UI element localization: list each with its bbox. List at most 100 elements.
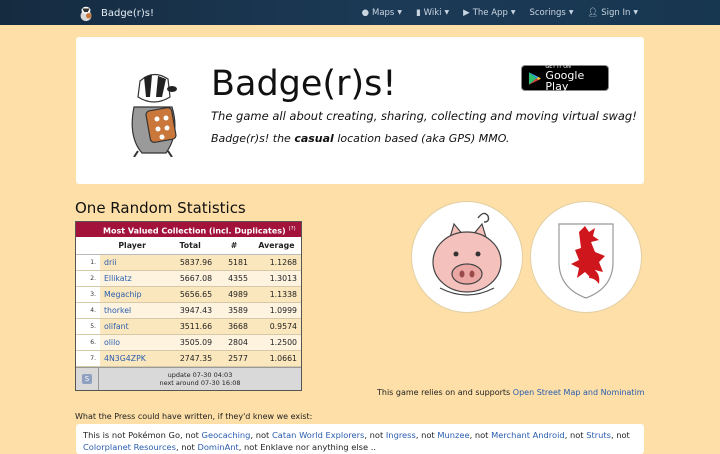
table-row: 6. olilo 3505.09 2804 1.2500 (76, 334, 301, 351)
nav-maps-label: Maps (371, 7, 395, 18)
press-text: , not (250, 430, 272, 440)
caret-down-icon: ▼ (444, 9, 450, 16)
caret-down-icon: ▼ (633, 9, 638, 16)
total-cell: 3511.66 (164, 318, 217, 335)
total-cell: 5667.08 (164, 270, 217, 287)
average-cell: 1.2500 (251, 334, 301, 351)
press-text: , not (469, 430, 492, 440)
press-link[interactable]: Colorplanet Resources (83, 442, 176, 452)
update-time: update 07-30 04:03 (167, 370, 233, 379)
count-cell: 5181 (216, 254, 252, 271)
player-link[interactable]: drii (100, 254, 165, 271)
press-link[interactable]: Catan World Explorers (272, 430, 364, 440)
stats-footer-button-cell: S (76, 368, 99, 390)
press-link[interactable]: Merchant Android (491, 430, 565, 440)
column-header-total: Total (164, 237, 217, 255)
press-link[interactable]: DominAnt (197, 442, 238, 452)
stats-table-title: Most Valued Collection (incl. Duplicates… (76, 222, 301, 237)
player-link[interactable]: thorkel (100, 302, 165, 319)
help-link[interactable]: (?) (288, 226, 295, 232)
average-cell: 1.0661 (251, 350, 301, 367)
count-cell: 3668 (216, 318, 252, 335)
nav-menu: ● Maps ▼ ▮ Wiki ▼ ▶ The App ▼ Scorings ▼… (362, 0, 638, 25)
hero-panel: Badge(r)s! The game all about creating, … (76, 37, 644, 184)
update-info: update 07-30 04:03 next around 07-30 16:… (99, 368, 301, 390)
press-link[interactable]: Geocaching (202, 430, 251, 440)
coat-of-arms-badge-image[interactable] (530, 201, 642, 313)
average-cell: 1.1268 (251, 254, 301, 271)
nav-wiki-label: Wiki (423, 7, 442, 18)
hero-title: Badge(r)s! (211, 64, 397, 104)
press-text: This is not Pokémon Go, not (83, 430, 202, 440)
globe-icon: ● (361, 7, 369, 18)
caret-down-icon: ▼ (397, 9, 402, 16)
press-text: , not (175, 442, 198, 453)
brand-link[interactable]: Badge(r)s! (77, 3, 154, 23)
nav-sign-in[interactable]: 👤︎ Sign In ▼ (587, 8, 638, 18)
nav-the-app-label: The App (472, 7, 508, 18)
row-index: 1. (76, 254, 100, 271)
row-index: 2. (76, 270, 100, 287)
tagline-post: location based (aka GPS) MMO. (333, 132, 510, 145)
player-link[interactable]: olifant (100, 318, 165, 335)
navbar: Badge(r)s! ● Maps ▼ ▮ Wiki ▼ ▶ The App ▼… (0, 0, 720, 25)
nav-the-app[interactable]: ▶ The App ▼ (463, 8, 515, 18)
average-cell: 1.3013 (251, 270, 301, 287)
coat-of-arms-illustration (558, 223, 614, 299)
pig-badge-image[interactable] (411, 201, 523, 313)
badger-mascot-image (131, 73, 177, 157)
average-cell: 0.9574 (251, 318, 301, 335)
row-index: 4. (76, 302, 100, 319)
press-text: , not (415, 430, 438, 440)
google-play-badge[interactable]: GET IT ON Google Play (521, 64, 609, 93)
stats-footer: S update 07-30 04:03 next around 07-30 1… (76, 367, 301, 390)
row-index: 6. (76, 334, 100, 351)
player-link[interactable]: Megachip (100, 286, 165, 303)
nav-scorings[interactable]: Scorings ▼ (529, 8, 573, 18)
stats-table-panel: Most Valued Collection (incl. Duplicates… (75, 221, 302, 391)
google-play-icon (528, 71, 541, 85)
press-link[interactable]: Munzee (437, 430, 469, 440)
column-header-player: Player (100, 237, 165, 255)
osm-notice: This game relies on and supports Open St… (377, 388, 645, 397)
count-cell: 3589 (216, 302, 252, 319)
user-icon: 👤︎ (587, 7, 599, 18)
table-header-row: Player Total # Average (76, 237, 301, 255)
hero-subtitle: The game all about creating, sharing, co… (211, 109, 637, 123)
caret-down-icon: ▼ (510, 9, 516, 16)
average-cell: 1.1338 (251, 286, 301, 303)
row-index: 5. (76, 318, 100, 335)
count-cell: 2577 (216, 350, 252, 367)
index-column-header (76, 237, 100, 255)
player-link[interactable]: 4N3G4ZPK (100, 350, 165, 367)
google-play-big-label: Google Play (545, 68, 585, 93)
press-link[interactable]: Struts (586, 430, 611, 440)
nav-wiki[interactable]: ▮ Wiki ▼ (416, 8, 449, 18)
total-cell: 3505.09 (164, 334, 217, 351)
row-index: 3. (76, 286, 100, 303)
press-text: , not (364, 430, 386, 440)
average-cell: 1.0999 (251, 302, 301, 319)
table-row: 7. 4N3G4ZPK 2747.35 2577 1.0661 (76, 350, 301, 367)
player-link[interactable]: Ellikatz (100, 270, 165, 287)
count-cell: 4989 (216, 286, 252, 303)
badger-logo-icon (80, 6, 92, 22)
player-link[interactable]: olilo (100, 334, 165, 351)
column-header-count: # (216, 237, 252, 255)
nav-maps[interactable]: ● Maps ▼ (362, 8, 402, 18)
row-index: 7. (76, 350, 100, 367)
stats-s-button[interactable]: S (81, 374, 93, 384)
press-label: What the Press could have written, if th… (75, 412, 313, 421)
osm-link[interactable]: Open Street Map and Nominatim (513, 388, 645, 397)
stats-section-title: One Random Statistics (75, 199, 246, 217)
table-row: 4. thorkel 3947.43 3589 1.0999 (76, 302, 301, 319)
stats-table-title-text: Most Valued Collection (incl. Duplicates… (103, 226, 286, 236)
press-text: , not Enklave nor anything else .. (238, 442, 376, 453)
stats-table: Player Total # Average 1. drii 5837.96 5181… (76, 237, 301, 367)
hero-tagline: Badge(r)s! the casual location based (ak… (211, 132, 509, 145)
press-link[interactable]: Ingress (386, 430, 416, 440)
count-cell: 4355 (216, 270, 252, 287)
tagline-pre: Badge(r)s! the (211, 132, 295, 145)
press-text: , not (610, 430, 630, 440)
stats-table-body: 1. drii 5837.96 5181 1.1268 2. Ellikatz 5667.08… (76, 254, 301, 367)
